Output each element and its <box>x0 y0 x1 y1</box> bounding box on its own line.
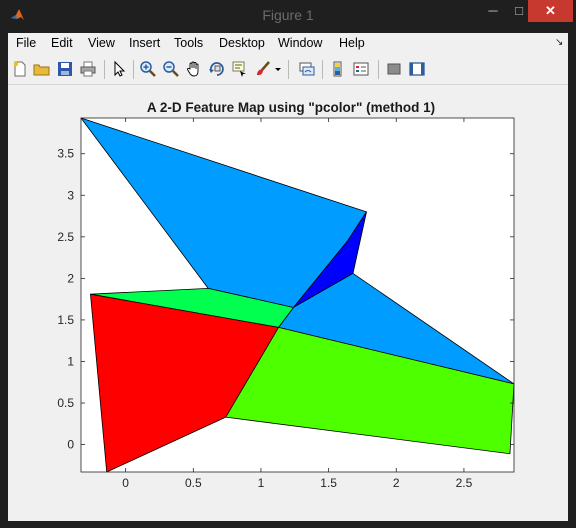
hide-plot-tools-icon[interactable] <box>385 60 403 78</box>
open-file-icon[interactable] <box>33 60 51 78</box>
data-cursor-icon[interactable] <box>231 60 249 78</box>
menu-desktop[interactable]: Desktop <box>219 36 265 50</box>
menu-window[interactable]: Window <box>278 36 322 50</box>
brush-icon[interactable] <box>254 60 272 78</box>
close-button[interactable]: ✕ <box>528 0 573 22</box>
menu-bar: File Edit View Insert Tools Desktop Wind… <box>8 33 568 55</box>
brush-dropdown-icon[interactable] <box>274 60 282 78</box>
pcolor-plot[interactable]: A 2-D Feature Map using "pcolor" (method… <box>8 85 568 521</box>
link-plot-icon[interactable] <box>298 60 316 78</box>
toolbar-separator <box>322 60 323 79</box>
insert-colorbar-icon[interactable] <box>329 60 347 78</box>
title-bar[interactable]: Figure 1 ─ □ ✕ <box>0 0 576 30</box>
y-tick-label: 3.5 <box>57 147 74 161</box>
zoom-in-icon[interactable] <box>139 60 157 78</box>
toolbar-separator <box>378 60 379 79</box>
menu-file[interactable]: File <box>16 36 36 50</box>
x-tick-label: 1 <box>258 476 265 490</box>
zoom-out-icon[interactable] <box>162 60 180 78</box>
y-tick-label: 3 <box>67 188 74 202</box>
y-tick-label: 2 <box>67 271 74 285</box>
y-tick-label: 2.5 <box>57 230 74 244</box>
menu-insert[interactable]: Insert <box>129 36 160 50</box>
show-plot-tools-icon[interactable] <box>408 60 426 78</box>
y-tick-label: 0 <box>67 438 74 452</box>
toolbar-separator <box>104 60 105 79</box>
figure-toolbar <box>8 55 568 85</box>
menu-tools[interactable]: Tools <box>174 36 203 50</box>
print-icon[interactable] <box>79 60 97 78</box>
save-icon[interactable] <box>56 60 74 78</box>
menu-view[interactable]: View <box>88 36 115 50</box>
minimize-button[interactable]: ─ <box>480 0 506 22</box>
window-frame-bottom <box>0 521 576 528</box>
toolbar-separator <box>133 60 134 79</box>
x-tick-label: 2.5 <box>456 476 473 490</box>
menu-edit[interactable]: Edit <box>51 36 73 50</box>
figure-window: Figure 1 ─ □ ✕ File Edit View Insert Too… <box>0 0 576 528</box>
chart-title: A 2-D Feature Map using "pcolor" (method… <box>147 100 435 115</box>
figure-canvas: A 2-D Feature Map using "pcolor" (method… <box>8 85 568 521</box>
x-tick-label: 2 <box>393 476 400 490</box>
toolbar-separator <box>288 60 289 79</box>
y-tick-label: 0.5 <box>57 396 74 410</box>
edit-plot-arrow-icon[interactable] <box>110 60 128 78</box>
dock-arrow-icon[interactable]: ↘ <box>555 37 563 48</box>
pan-hand-icon[interactable] <box>185 60 203 78</box>
y-tick-label: 1 <box>67 354 74 368</box>
insert-legend-icon[interactable] <box>352 60 370 78</box>
y-tick-label: 1.5 <box>57 313 74 327</box>
x-tick-label: 0 <box>122 476 129 490</box>
x-tick-label: 0.5 <box>185 476 202 490</box>
x-tick-label: 1.5 <box>320 476 337 490</box>
menu-help[interactable]: Help <box>339 36 365 50</box>
rotate-3d-icon[interactable] <box>208 60 226 78</box>
new-figure-icon[interactable] <box>11 60 29 78</box>
